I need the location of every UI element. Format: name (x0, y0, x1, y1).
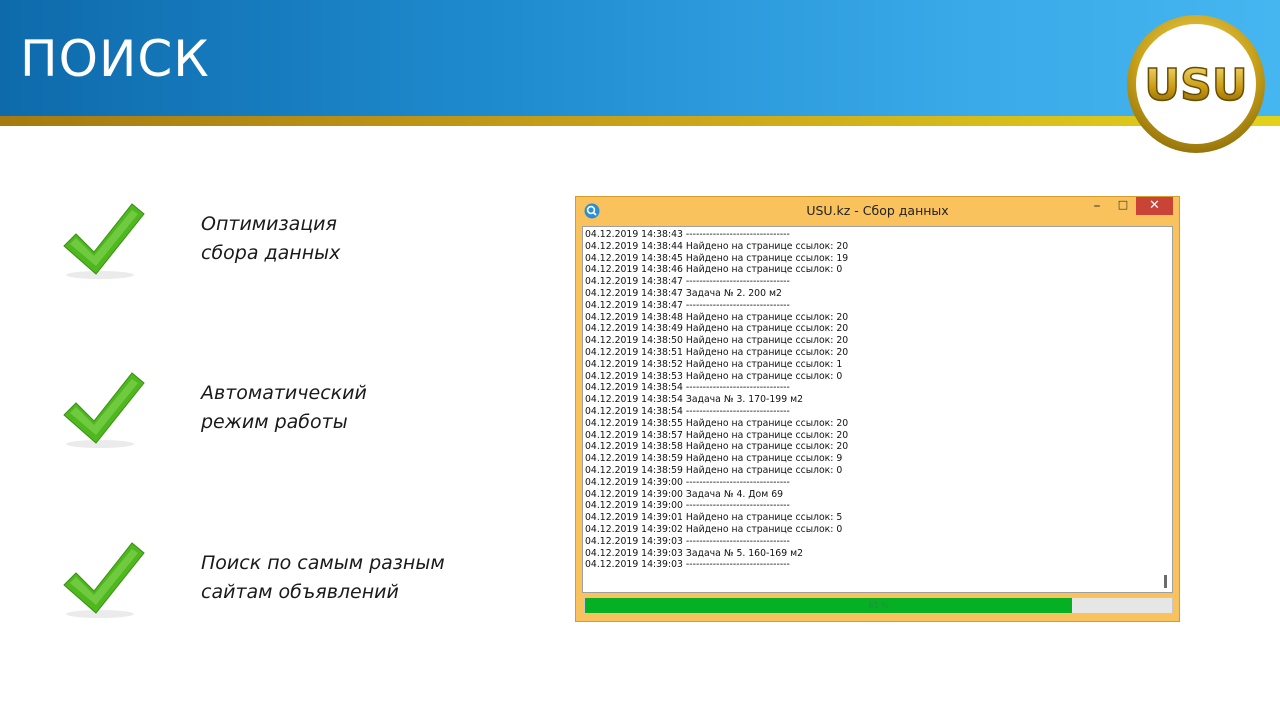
bullet-line-2: режим работы (201, 411, 348, 433)
header-gold-stripe (0, 116, 1280, 126)
log-line: 04.12.2019 14:38:47 Задача № 2. 200 м2 (585, 288, 782, 299)
log-line: 04.12.2019 14:38:49 Найдено на странице … (585, 323, 849, 335)
progress-bar: 83 % (584, 597, 1173, 614)
log-line: 04.12.2019 14:38:44 Найдено на странице … (585, 240, 849, 252)
slide-header: ПОИСК (0, 0, 1280, 116)
bullet-item: Поиск по самым разным сайтам объявлений (60, 539, 460, 619)
log-line: 04.12.2019 14:38:58 Найдено на странице … (585, 441, 849, 453)
log-line: 04.12.2019 14:38:45 Найдено на странице … (585, 252, 849, 264)
maximize-button[interactable]: □ (1110, 197, 1136, 217)
window-titlebar[interactable]: USU.kz - Сбор данных – □ ✕ (576, 197, 1179, 225)
checkmark-icon (63, 203, 145, 279)
logo-text: USU (1144, 60, 1247, 111)
scrollbar-thumb[interactable] (1164, 575, 1167, 588)
log-line: 04.12.2019 14:38:54 Задача № 3. 170-199 … (585, 394, 804, 406)
log-line: 04.12.2019 14:39:02 Найдено на странице … (585, 524, 843, 535)
log-line: 04.12.2019 14:39:00 Задача № 4. Дом 69 (585, 488, 784, 500)
usu-logo: USU (1127, 15, 1265, 153)
checkmark-icon (63, 542, 145, 618)
log-line: 04.12.2019 14:38:59 Найдено на странице … (585, 465, 843, 476)
minimize-button[interactable]: – (1084, 197, 1110, 217)
log-line: 04.12.2019 14:39:00 --------------------… (585, 476, 790, 488)
checkmark-icon (63, 372, 145, 448)
log-line: 04.12.2019 14:38:55 Найдено на странице … (585, 417, 849, 429)
log-line: 04.12.2019 14:38:52 Найдено на странице … (585, 358, 843, 370)
log-line: 04.12.2019 14:39:03 --------------------… (585, 559, 790, 571)
log-line: 04.12.2019 14:38:47 --------------------… (585, 299, 790, 311)
log-line: 04.12.2019 14:38:54 --------------------… (585, 406, 790, 417)
log-line: 04.12.2019 14:39:03 --------------------… (585, 535, 790, 547)
log-line: 04.12.2019 14:38:48 Найдено на странице … (585, 311, 849, 323)
log-line: 04.12.2019 14:39:03 Задача № 5. 160-169 … (585, 547, 804, 559)
log-output[interactable]: 04.12.2019 14:38:43 --------------------… (582, 226, 1173, 593)
log-line: 04.12.2019 14:38:54 --------------------… (585, 382, 790, 394)
bullet-item: Оптимизация сбора данных (60, 200, 460, 280)
log-line: 04.12.2019 14:38:50 Найдено на странице … (585, 335, 849, 347)
slide-title: ПОИСК (20, 30, 210, 88)
progress-label: 83 % (868, 601, 889, 610)
log-line: 04.12.2019 14:39:00 --------------------… (585, 500, 790, 512)
log-line: 04.12.2019 14:39:01 Найдено на странице … (585, 512, 843, 524)
log-line: 04.12.2019 14:38:53 Найдено на странице … (585, 370, 843, 382)
bullet-item: Автоматический режим работы (60, 369, 460, 449)
close-button[interactable]: ✕ (1136, 197, 1173, 215)
bullet-line-1: Оптимизация (201, 213, 337, 235)
log-line: 04.12.2019 14:38:47 --------------------… (585, 276, 790, 288)
bullet-line-1: Поиск по самым разным (201, 552, 445, 574)
bullet-line-1: Автоматический (201, 382, 367, 404)
bullet-line-2: сбора данных (201, 242, 341, 264)
log-line: 04.12.2019 14:38:51 Найдено на странице … (585, 347, 849, 358)
log-line: 04.12.2019 14:38:59 Найдено на странице … (585, 453, 843, 465)
log-line: 04.12.2019 14:38:57 Найдено на странице … (585, 429, 849, 441)
log-line: 04.12.2019 14:38:46 Найдено на странице … (585, 264, 843, 276)
log-line: 04.12.2019 14:38:43 --------------------… (585, 229, 790, 240)
data-collection-window: USU.kz - Сбор данных – □ ✕ 04.12.2019 14… (575, 196, 1180, 622)
bullet-line-2: сайтам объявлений (201, 581, 399, 603)
